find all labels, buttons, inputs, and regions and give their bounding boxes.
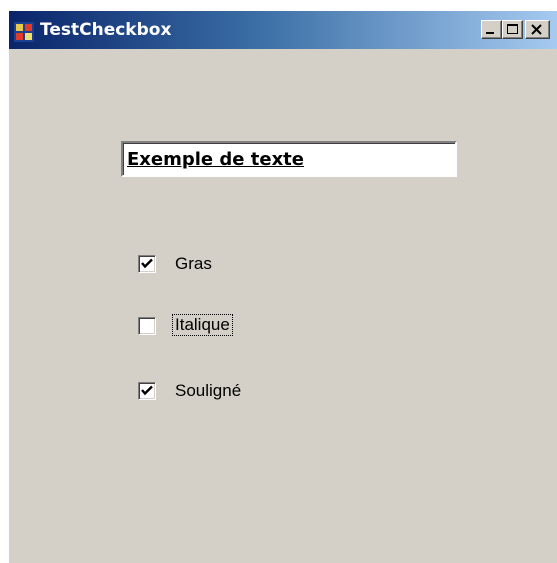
checkbox-label[interactable]: Italique [172,314,233,336]
sample-text-value[interactable]: Exemple de texte [127,149,304,171]
app-window: TestCheckbox Exemple de texte Gras Itali… [8,10,557,563]
checkbox-box[interactable] [138,255,156,273]
maximize-icon [507,24,518,34]
close-icon [531,24,542,35]
app-icon[interactable] [14,22,34,42]
checkbox-box[interactable] [138,382,156,400]
close-button[interactable] [525,20,550,39]
title-bar[interactable]: TestCheckbox [9,11,557,49]
minimize-button[interactable] [481,20,502,39]
minimize-icon [486,32,494,34]
checkbox-label[interactable]: Souligné [175,381,241,401]
maximize-button[interactable] [502,20,523,39]
checkmark-icon [141,258,153,269]
sample-text-field[interactable]: Exemple de texte [121,141,457,177]
window-title: TestCheckbox [40,20,172,40]
checkmark-icon [141,385,153,396]
checkbox-box[interactable] [138,317,156,335]
checkbox-label[interactable]: Gras [175,254,212,274]
